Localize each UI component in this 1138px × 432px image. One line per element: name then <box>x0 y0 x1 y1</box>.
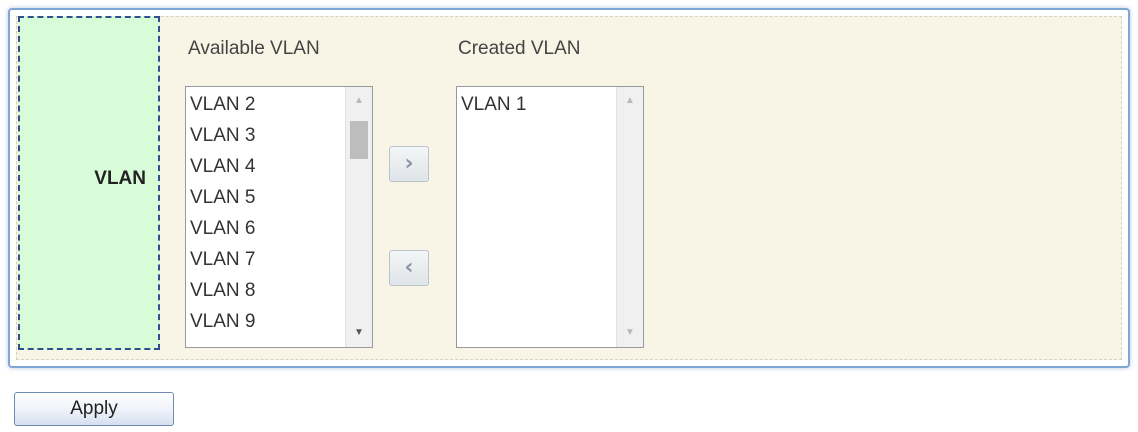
scroll-up-arrow-icon[interactable]: ▲ <box>617 91 643 111</box>
available-vlan-list: VLAN 2 VLAN 3 VLAN 4 VLAN 5 VLAN 6 VLAN … <box>190 89 255 337</box>
list-item[interactable]: VLAN 1 <box>461 89 526 120</box>
apply-button[interactable]: Apply <box>14 392 174 426</box>
available-vlan-listbox[interactable]: VLAN 2 VLAN 3 VLAN 4 VLAN 5 VLAN 6 VLAN … <box>185 86 373 348</box>
list-item[interactable]: VLAN 9 <box>190 306 255 337</box>
created-vlan-header: Created VLAN <box>458 38 581 59</box>
chevron-right-icon: › <box>404 151 414 176</box>
list-item[interactable]: VLAN 3 <box>190 120 255 151</box>
vlan-label-cell: VLAN <box>18 16 160 350</box>
chevron-left-icon: ‹ <box>404 255 414 280</box>
list-item[interactable]: VLAN 5 <box>190 182 255 213</box>
scroll-up-arrow-icon[interactable]: ▲ <box>346 91 372 111</box>
created-vlan-list: VLAN 1 <box>461 89 526 120</box>
scroll-thumb[interactable] <box>350 121 368 159</box>
list-item[interactable]: VLAN 8 <box>190 275 255 306</box>
created-vlan-listbox[interactable]: VLAN 1 ▲ ▼ <box>456 86 644 348</box>
list-item[interactable]: VLAN 6 <box>190 213 255 244</box>
vlan-field-label: VLAN <box>94 168 146 189</box>
list-item[interactable]: VLAN 7 <box>190 244 255 275</box>
list-item[interactable]: VLAN 2 <box>190 89 255 120</box>
created-vlan-scrollbar[interactable]: ▲ ▼ <box>616 87 643 347</box>
add-vlan-button[interactable]: › <box>389 146 429 182</box>
available-vlan-scrollbar[interactable]: ▲ ▼ <box>345 87 372 347</box>
available-vlan-header: Available VLAN <box>188 38 320 59</box>
remove-vlan-button[interactable]: ‹ <box>389 250 429 286</box>
scroll-down-arrow-icon[interactable]: ▼ <box>346 323 372 343</box>
scroll-down-arrow-icon[interactable]: ▼ <box>617 323 643 343</box>
list-item[interactable]: VLAN 4 <box>190 151 255 182</box>
